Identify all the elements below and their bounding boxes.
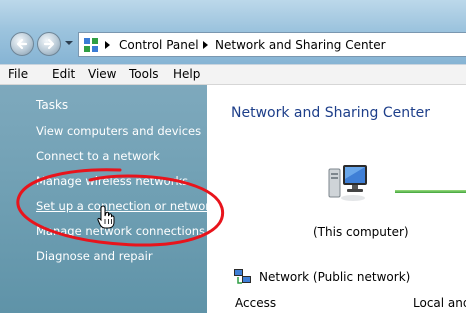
- main-content: Network and Sharing Center (This compute…: [207, 85, 466, 313]
- computer-icon[interactable]: [325, 163, 369, 203]
- task-manage-wireless[interactable]: Manage wireless networks: [36, 174, 188, 188]
- address-box[interactable]: Control Panel Network and Sharing Center: [78, 32, 466, 57]
- menu-tools[interactable]: Tools: [129, 67, 159, 81]
- breadcrumb-control-panel[interactable]: Control Panel: [119, 38, 199, 52]
- task-pane: Tasks View computers and devices Connect…: [0, 85, 217, 313]
- menu-bar: File Edit View Tools Help: [0, 64, 466, 85]
- page-title: Network and Sharing Center: [231, 105, 431, 121]
- forward-arrow-icon: [43, 38, 55, 50]
- menu-file[interactable]: File: [8, 67, 28, 81]
- menu-help[interactable]: Help: [173, 67, 200, 81]
- network-label: Network (Public network): [259, 270, 411, 284]
- network-icon: [234, 269, 251, 284]
- menu-edit[interactable]: Edit: [52, 67, 75, 81]
- back-arrow-icon: [16, 38, 28, 50]
- access-value: Local and I: [413, 296, 466, 310]
- breadcrumb-network-sharing-center[interactable]: Network and Sharing Center: [215, 38, 386, 52]
- address-bar-area: Control Panel Network and Sharing Center: [0, 0, 466, 64]
- hand-cursor-icon: [97, 205, 115, 229]
- access-label: Access: [235, 296, 277, 310]
- control-panel-icon: [84, 38, 98, 52]
- network-sharing-center-window: Control Panel Network and Sharing Center…: [0, 0, 466, 313]
- this-computer-label: (This computer): [313, 225, 409, 239]
- network-connection-line: [395, 190, 466, 193]
- breadcrumb-separator-icon[interactable]: [104, 40, 112, 50]
- forward-button[interactable]: [37, 32, 61, 56]
- task-view-computers[interactable]: View computers and devices: [36, 124, 201, 138]
- task-setup-connection[interactable]: Set up a connection or network: [36, 199, 217, 213]
- menu-view[interactable]: View: [88, 67, 116, 81]
- breadcrumb-separator-icon[interactable]: [202, 40, 210, 50]
- task-manage-connections[interactable]: Manage network connections: [36, 224, 205, 238]
- task-diagnose-repair[interactable]: Diagnose and repair: [36, 249, 153, 263]
- tasks-heading: Tasks: [36, 98, 69, 112]
- recent-pages-dropdown-icon[interactable]: [64, 38, 74, 48]
- task-connect-network[interactable]: Connect to a network: [36, 149, 160, 163]
- back-button[interactable]: [10, 32, 34, 56]
